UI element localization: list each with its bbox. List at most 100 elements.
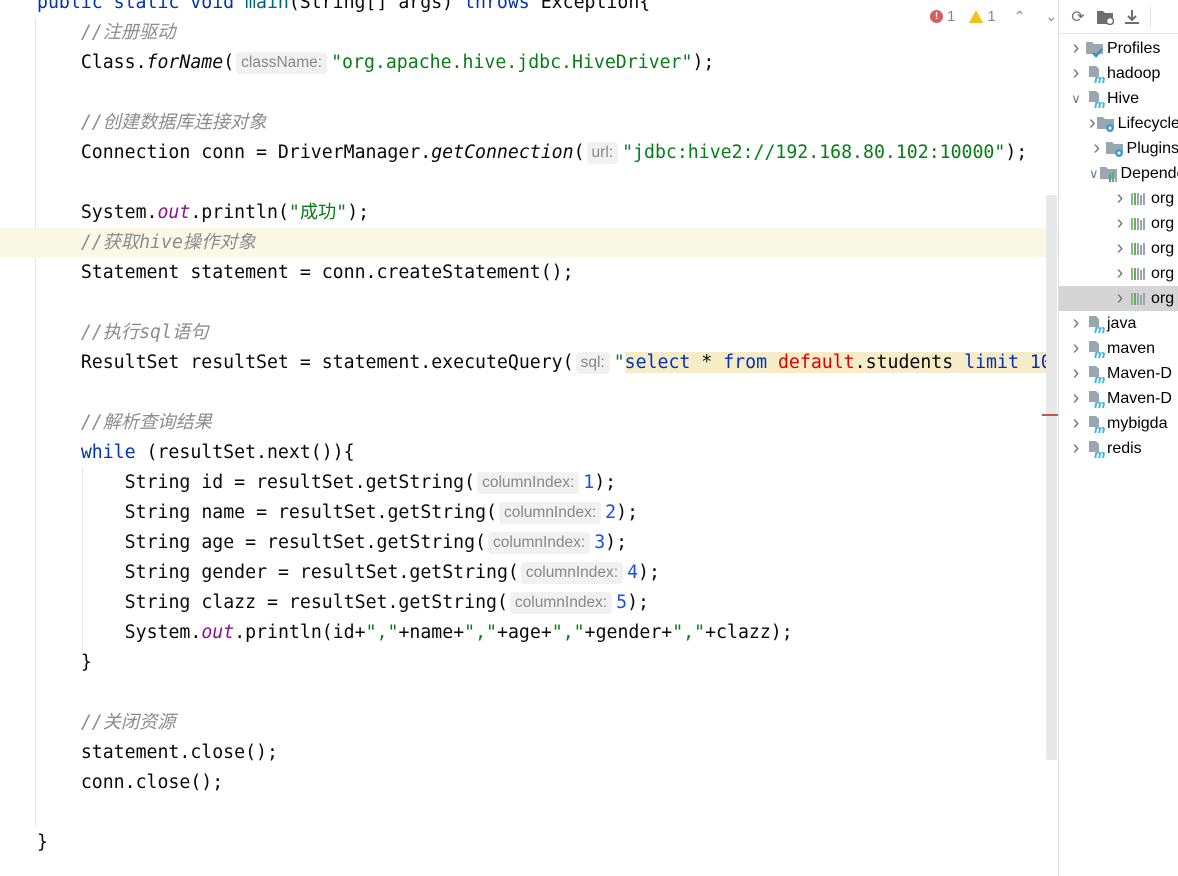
tree-item-label: mybigda [1107,415,1168,432]
chevron-right-icon[interactable]: › [1067,36,1085,61]
chevron-right-icon[interactable]: › [1067,361,1085,386]
code-line[interactable]: statement.close(); [81,738,278,768]
code-token: (String[] args) [288,0,465,13]
chevron-right-icon[interactable]: › [1067,411,1085,436]
tree-item-label: org [1151,215,1175,232]
tree-item[interactable]: › m maven [1059,336,1178,361]
code-line[interactable]: //解析查询结果 [81,408,212,438]
tree-item[interactable]: ∨ m Hive [1059,86,1178,111]
tree-item[interactable]: › org [1059,211,1178,236]
code-token: conn.close(); [80,772,224,793]
tree-item[interactable]: › Profiles [1059,36,1178,61]
maven-module-icon: m [1085,439,1105,461]
code-token: String name = resultSet.getString( [124,502,497,523]
tree-item[interactable]: › m Maven-D [1059,361,1178,386]
inspection-widget[interactable]: ! 1 1 ⌃ ⌄ [930,4,1057,28]
chevron-right-icon[interactable]: › [1111,236,1129,261]
svg-text:m: m [1094,323,1105,334]
code-line[interactable]: public static void main(String[] args) t… [37,0,650,18]
chevron-right-icon[interactable]: › [1067,386,1085,411]
tree-item[interactable]: › m mybigda [1059,411,1178,436]
code-token: select [624,352,691,373]
code-token: ); [616,502,639,523]
tree-item[interactable]: ∨ Dependencies [1059,161,1178,186]
code-line[interactable]: //创建数据库连接对象 [81,108,267,138]
tree-item-label: Profiles [1107,40,1161,57]
code-token: 4 [627,562,639,583]
chevron-right-icon[interactable]: › [1067,61,1085,86]
code-line[interactable]: Statement statement = conn.createStateme… [81,258,574,288]
chevron-right-icon[interactable]: › [1089,136,1105,161]
code-token: Class. [80,52,147,73]
code-token: +clazz); [705,622,793,643]
code-token [767,352,778,373]
tree-item[interactable]: › org [1059,186,1178,211]
code-token: .students [854,352,965,373]
chevron-down-icon[interactable]: ∨ [1089,161,1099,186]
chevron-right-icon[interactable]: › [1089,111,1096,136]
parameter-hint: sql: [575,352,610,374]
maven-module-icon: m [1085,414,1105,436]
tree-item[interactable]: › org [1059,236,1178,261]
code-line[interactable]: String age = resultSet.getString(columnI… [125,528,627,558]
code-token: "," [365,622,399,643]
chevron-right-icon[interactable]: › [1067,336,1085,361]
code-line[interactable]: //执行sql语句 [81,318,209,348]
code-line[interactable]: String gender = resultSet.getString(colu… [125,558,660,588]
reload-icon[interactable]: ⟳ [1069,8,1087,26]
code-line[interactable]: //获取hive操作对象 [81,228,256,258]
chevron-down-icon[interactable]: ∨ [1067,86,1085,111]
code-token: +name+ [398,622,465,643]
indent-guide [35,18,36,826]
code-line[interactable]: String id = resultSet.getString(columnIn… [125,468,616,498]
code-token: out [201,622,235,643]
code-line[interactable]: System.out.println("成功"); [81,198,369,228]
chevron-right-icon[interactable]: › [1067,311,1085,336]
code-token: getConnection [431,142,574,163]
tree-item[interactable]: › m java [1059,311,1178,336]
code-line[interactable]: System.out.println(id+","+name+","+age+"… [125,618,793,648]
tree-item[interactable]: › org [1059,286,1178,311]
code-line[interactable]: String clazz = resultSet.getString(colum… [125,588,649,618]
folder-deps-icon [1099,164,1119,184]
tree-item-label: maven [1107,340,1156,357]
add-maven-project-icon[interactable] [1096,8,1114,26]
tree-item-label: org [1151,240,1175,257]
code-editor[interactable]: public static void main(String[] args) t… [0,0,1058,876]
svg-text:m: m [1094,398,1105,409]
code-line[interactable]: while (resultSet.next()){ [81,438,355,468]
next-highlight-icon[interactable]: ⌄ [1045,8,1057,25]
code-line[interactable]: ResultSet resultSet = statement.executeQ… [81,348,1052,378]
chevron-right-icon[interactable]: › [1111,211,1129,236]
code-token: (resultSet.next()){ [135,442,355,463]
code-line[interactable]: Connection conn = DriverManager.getConne… [81,138,1027,168]
maven-module-icon: m [1085,364,1105,386]
warning-icon [969,9,984,23]
tree-item[interactable]: › m hadoop [1059,61,1178,86]
code-line[interactable]: } [81,648,92,678]
code-line[interactable]: String name = resultSet.getString(column… [125,498,638,528]
code-line[interactable]: } [37,828,48,858]
code-line[interactable]: conn.close(); [81,768,223,798]
chevron-right-icon[interactable]: › [1111,186,1129,211]
chevron-right-icon[interactable]: › [1111,261,1129,286]
download-icon[interactable] [1123,8,1141,26]
error-stripe-mark[interactable] [1042,414,1058,416]
vertical-scrollbar[interactable] [1046,195,1057,760]
chevron-right-icon[interactable]: › [1111,286,1129,311]
code-line[interactable]: //注册驱动 [81,18,176,48]
code-line[interactable]: //关闭资源 [81,708,176,738]
tree-item[interactable]: › m Maven-D [1059,386,1178,411]
tree-item[interactable]: › m redis [1059,436,1178,461]
library-icon [1129,239,1149,259]
code-line[interactable]: Class.forName(className: "org.apache.hive… [80,48,714,78]
chevron-right-icon[interactable]: › [1067,436,1085,461]
code-token: "," [551,622,585,643]
code-token: String age = resultSet.getString( [124,532,487,553]
tree-item[interactable]: › org [1059,261,1178,286]
code-comment: //注册驱动 [80,22,176,43]
code-token: 1 [583,472,595,493]
previous-highlight-icon[interactable]: ⌃ [1014,8,1026,25]
tree-item[interactable]: › Plugins [1059,136,1178,161]
tree-item[interactable]: › Lifecycle [1059,111,1178,136]
